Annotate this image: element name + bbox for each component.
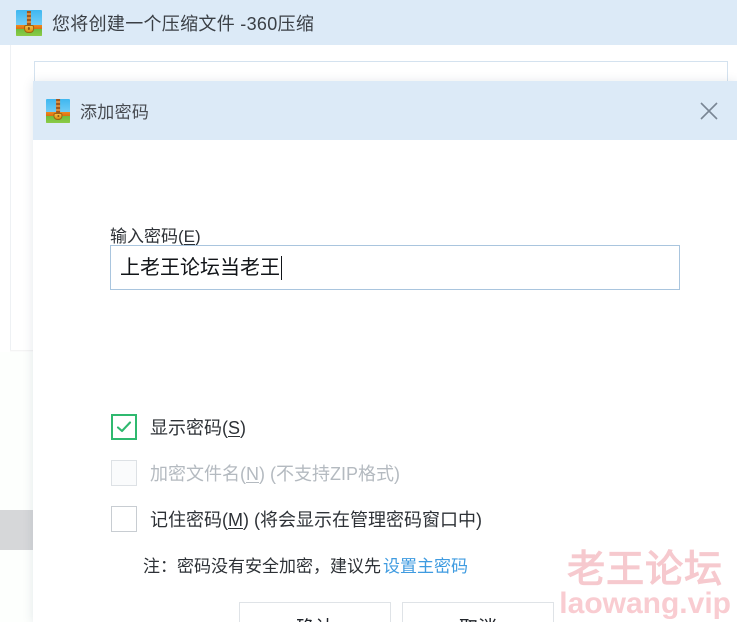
password-label-suffix: ) — [195, 227, 201, 246]
parent-window-title: 您将创建一个压缩文件 -360压缩 — [52, 13, 315, 34]
checkbox-row-show-password[interactable]: 显示密码(S) — [111, 412, 246, 442]
security-note: 注：密码没有安全加密，建议先 设置主密码 — [143, 552, 468, 577]
add-password-dialog: 添加密码 输入密码(E) 上老王论坛当老王 显示密码(S) 加密文件名(N) (… — [33, 81, 737, 622]
checkbox-remember-password[interactable] — [111, 506, 137, 532]
cb2-mnemonic: M — [228, 510, 243, 530]
parent-window-inner-panel — [34, 61, 728, 81]
zip-compress-icon — [46, 98, 70, 123]
set-master-password-link[interactable]: 设置主密码 — [383, 557, 468, 576]
checkbox-show-password[interactable] — [111, 414, 137, 440]
cb2-prefix: 记住密码( — [150, 510, 228, 530]
security-note-text: 注：密码没有安全加密，建议先 — [143, 557, 381, 576]
parent-window-titlebar: 您将创建一个压缩文件 -360压缩 — [0, 0, 737, 45]
screen-background: 您将创建一个压缩文件 -360压缩 添加密码 输入密码(E) 上老王论坛当老王 … — [0, 0, 737, 622]
password-input-value: 上老王论坛当老王 — [120, 256, 280, 279]
cb1-mnemonic: N — [246, 464, 259, 484]
checkbox-encrypt-filenames — [111, 460, 137, 486]
cb0-suffix: ) — [240, 418, 247, 438]
cancel-button[interactable]: 取消 — [402, 602, 554, 622]
password-label-prefix: 输入密码( — [110, 227, 184, 246]
cb1-prefix: 加密文件名( — [150, 464, 246, 484]
text-caret — [281, 255, 282, 280]
checkbox-label-show-password: 显示密码(S) — [150, 414, 246, 440]
checkbox-row-encrypt-filenames: 加密文件名(N) (不支持ZIP格式) — [111, 458, 400, 488]
dialog-title: 添加密码 — [80, 103, 150, 122]
cb1-suffix: ) (不支持ZIP格式) — [259, 464, 400, 484]
confirm-button[interactable]: 确认 — [239, 602, 391, 622]
password-input[interactable]: 上老王论坛当老王 — [110, 245, 680, 290]
close-icon — [700, 102, 718, 120]
checkbox-row-remember-password[interactable]: 记住密码(M) (将会显示在管理密码窗口中) — [111, 504, 482, 534]
cb0-mnemonic: S — [228, 418, 241, 438]
cb0-prefix: 显示密码( — [150, 418, 228, 438]
cb2-suffix: ) (将会显示在管理密码窗口中) — [243, 510, 482, 530]
password-label-mnemonic: E — [183, 227, 196, 246]
zip-compress-icon — [16, 9, 42, 36]
dialog-body: 输入密码(E) 上老王论坛当老王 显示密码(S) 加密文件名(N) (不支持ZI… — [33, 140, 737, 622]
password-field-label: 输入密码(E) — [110, 222, 201, 247]
background-gray-block — [0, 510, 33, 550]
checkbox-label-encrypt-filenames: 加密文件名(N) (不支持ZIP格式) — [150, 460, 400, 486]
check-icon — [116, 421, 132, 433]
background-left-strip — [0, 352, 33, 622]
close-button[interactable] — [689, 91, 729, 131]
dialog-titlebar: 添加密码 — [33, 81, 737, 140]
checkbox-label-remember-password: 记住密码(M) (将会显示在管理密码窗口中) — [150, 506, 482, 532]
